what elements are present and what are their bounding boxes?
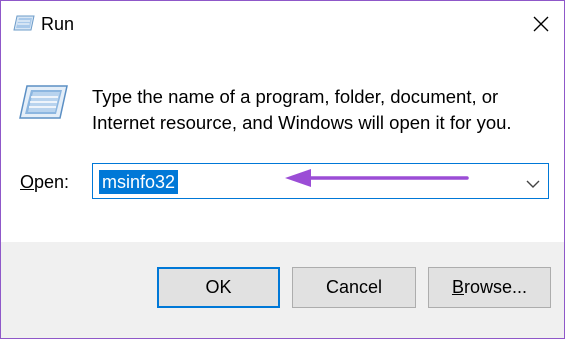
close-button[interactable] — [518, 1, 564, 49]
description-line-2: Internet resource, and Windows will open… — [92, 112, 512, 133]
open-label-rest: pen: — [34, 172, 70, 192]
description-line-1: Type the name of a program, folder, docu… — [92, 86, 499, 107]
cancel-button[interactable]: Cancel — [292, 267, 416, 308]
title-bar[interactable]: Run — [1, 1, 564, 49]
close-icon — [533, 16, 549, 32]
run-large-icon — [17, 84, 69, 120]
window-title: Run — [41, 14, 75, 34]
chevron-down-icon[interactable] — [526, 176, 540, 188]
description: Type the name of a program, folder, docu… — [92, 84, 542, 136]
ok-button[interactable]: OK — [157, 267, 280, 308]
browse-label-rest: rowse... — [463, 277, 528, 297]
run-app-icon — [13, 15, 35, 31]
open-input-value[interactable]: msinfo32 — [99, 170, 179, 194]
open-label: Open: — [20, 172, 69, 193]
browse-access-key: B — [451, 277, 464, 297]
browse-button[interactable]: Browse... — [428, 267, 551, 308]
open-label-access-key: O — [20, 172, 35, 192]
run-dialog: Run Type the name of a program, folder, … — [0, 0, 565, 339]
annotation-arrow-icon — [285, 169, 469, 187]
